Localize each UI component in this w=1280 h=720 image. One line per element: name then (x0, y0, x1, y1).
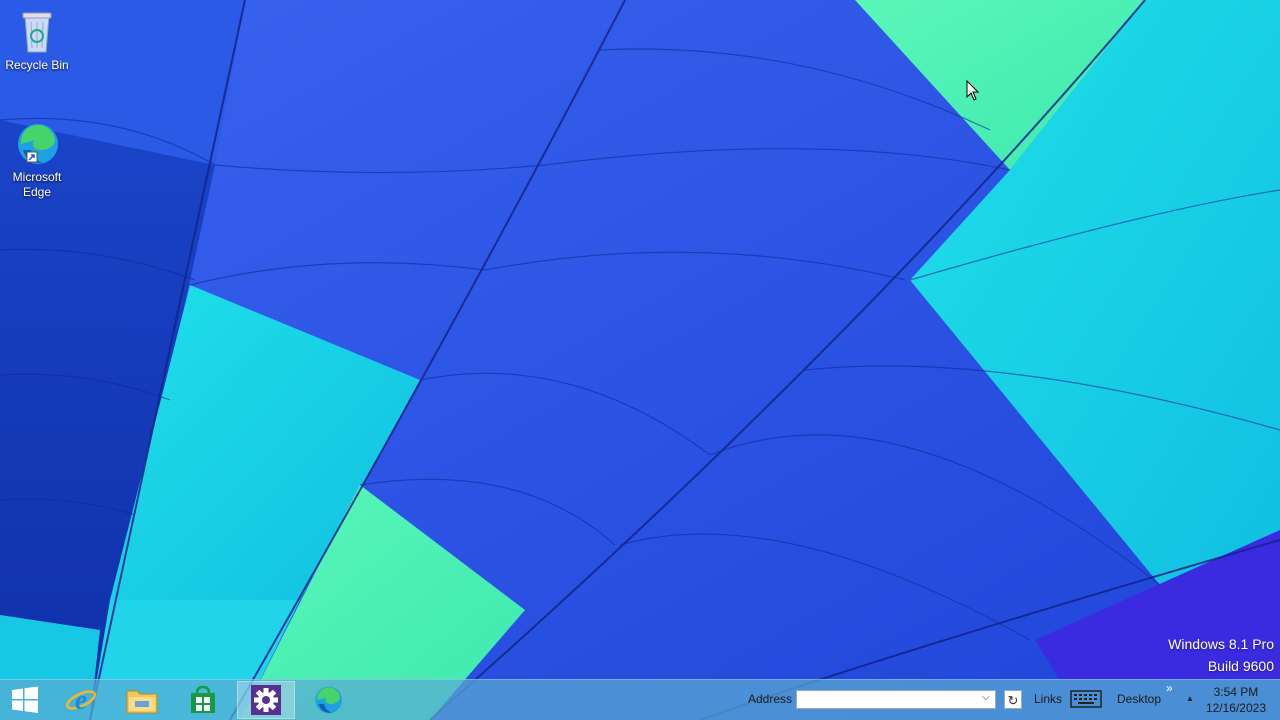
recycle-bin-label: Recycle Bin (5, 58, 69, 72)
taskbar: e Address ⌵ ↻ Links Desktop » ▲ 3:54 PM … (0, 679, 1280, 720)
notification-area-chevron-icon[interactable]: ▲ (1186, 694, 1194, 703)
clock-time: 3:54 PM (1213, 685, 1259, 699)
file-explorer-icon (126, 690, 158, 714)
desktop-icon-recycle-bin[interactable]: Recycle Bin (0, 8, 74, 73)
address-toolbar-label: Address (748, 692, 793, 706)
recycle-bin-icon (13, 8, 61, 56)
mouse-cursor-icon (966, 80, 980, 101)
keyboard-icon (1070, 690, 1102, 708)
taskbar-microsoft-edge[interactable] (299, 681, 357, 719)
gear-icon (251, 685, 281, 715)
windows-version-watermark: Windows 8.1 Pro Build 9600 (1168, 636, 1274, 674)
svg-text:e: e (75, 685, 87, 716)
system-clock[interactable]: 3:54 PM 12/16/2023 (1206, 684, 1266, 716)
desktop-wallpaper (0, 0, 1280, 720)
address-refresh-icon[interactable]: ↻ (1004, 690, 1022, 709)
taskbar-store[interactable] (174, 681, 232, 719)
desktop-toolbar-label[interactable]: Desktop (1117, 692, 1161, 706)
toolbar-overflow-chevron-icon[interactable]: » (1166, 681, 1173, 695)
store-icon (191, 685, 215, 713)
taskbar-file-explorer[interactable] (113, 681, 171, 719)
desktop-icon-microsoft-edge[interactable]: Microsoft Edge (0, 120, 74, 200)
edge-icon (13, 120, 61, 168)
taskbar-settings[interactable] (237, 681, 295, 719)
watermark-edition: Windows 8.1 Pro (1168, 636, 1274, 652)
watermark-build: Build 9600 (1207, 658, 1274, 674)
address-dropdown-chevron-icon[interactable]: ⌵ (982, 692, 990, 703)
edge-icon (315, 686, 342, 714)
clock-date: 12/16/2023 (1205, 701, 1266, 715)
links-toolbar-label[interactable]: Links (1034, 692, 1062, 706)
start-button[interactable] (0, 681, 50, 719)
address-input[interactable] (796, 690, 996, 709)
taskbar-internet-explorer[interactable]: e (52, 681, 110, 719)
touch-keyboard-button[interactable] (1070, 688, 1102, 710)
edge-label: Microsoft Edge (12, 170, 62, 199)
internet-explorer-icon: e (65, 685, 97, 716)
windows-logo-icon (12, 686, 38, 713)
